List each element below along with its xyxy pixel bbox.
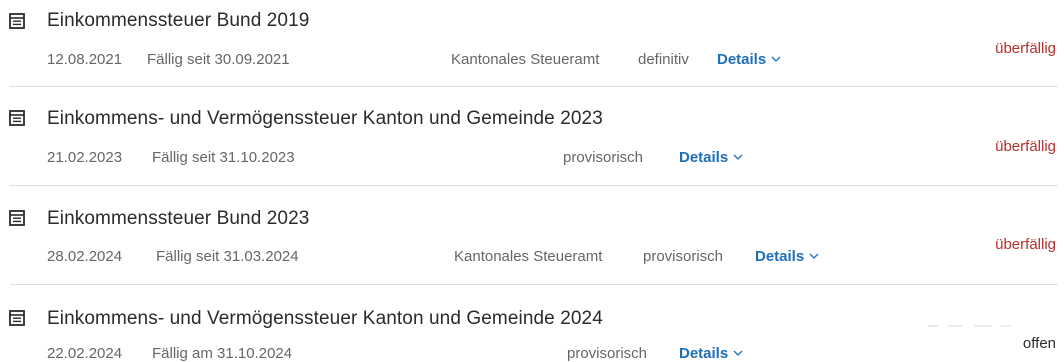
invoice-date: 21.02.2023 <box>47 149 123 166</box>
invoice-kind: provisorisch <box>563 149 644 166</box>
invoice-date: 28.02.2024 <box>47 248 123 265</box>
chevron-down-icon <box>809 247 819 259</box>
document-icon <box>9 13 25 29</box>
status-badge: überfällig <box>995 236 1056 253</box>
details-toggle[interactable]: Details <box>717 50 781 68</box>
invoice-title: Einkommenssteuer Bund 2019 <box>47 10 310 31</box>
invoice-due: Fällig seit 30.09.2021 <box>147 51 290 68</box>
invoice-row: Einkommenssteuer Bund 2023 28.02.2024 Fä… <box>0 198 1064 297</box>
details-label: Details <box>679 149 729 166</box>
status-badge: offen <box>1022 335 1056 352</box>
chevron-down-icon <box>771 50 781 62</box>
document-icon <box>9 310 25 326</box>
invoice-date: 12.08.2021 <box>47 51 123 68</box>
document-icon <box>9 210 25 226</box>
invoice-title: Einkommens- und Vermögenssteuer Kanton u… <box>47 308 603 329</box>
invoice-row: Einkommens- und Vermögenssteuer Kanton u… <box>0 297 1064 362</box>
details-label: Details <box>717 51 767 68</box>
status-badge: überfällig <box>995 40 1056 57</box>
invoice-list: Einkommenssteuer Bund 2019 12.08.2021 Fä… <box>0 0 1064 362</box>
invoice-row: Einkommenssteuer Bund 2019 12.08.2021 Fä… <box>0 0 1064 99</box>
invoice-title: Einkommens- und Vermögenssteuer Kanton u… <box>47 108 603 129</box>
invoice-authority: Kantonales Steueramt <box>454 248 603 265</box>
invoice-due: Fällig am 31.10.2024 <box>152 345 293 362</box>
row-divider <box>10 185 1058 186</box>
row-divider <box>10 284 1058 285</box>
invoice-kind: definitiv <box>638 51 689 68</box>
invoice-kind: provisorisch <box>643 248 724 265</box>
invoice-due: Fällig seit 31.10.2023 <box>152 149 295 166</box>
chevron-down-icon <box>733 344 743 356</box>
document-icon <box>9 110 25 126</box>
invoice-kind: provisorisch <box>567 345 648 362</box>
faded-decoration <box>928 325 1012 327</box>
status-badge: überfällig <box>995 138 1056 155</box>
details-toggle[interactable]: Details <box>755 247 819 265</box>
invoice-date: 22.02.2024 <box>47 345 123 362</box>
details-label: Details <box>679 345 729 362</box>
chevron-down-icon <box>733 148 743 160</box>
invoice-authority: Kantonales Steueramt <box>451 51 600 68</box>
invoice-due: Fällig seit 31.03.2024 <box>156 248 299 265</box>
row-divider <box>10 86 1058 87</box>
details-label: Details <box>755 248 805 265</box>
details-toggle[interactable]: Details <box>679 148 743 166</box>
details-toggle[interactable]: Details <box>679 344 743 362</box>
invoice-row: Einkommens- und Vermögenssteuer Kanton u… <box>0 99 1064 198</box>
invoice-title: Einkommenssteuer Bund 2023 <box>47 208 310 229</box>
